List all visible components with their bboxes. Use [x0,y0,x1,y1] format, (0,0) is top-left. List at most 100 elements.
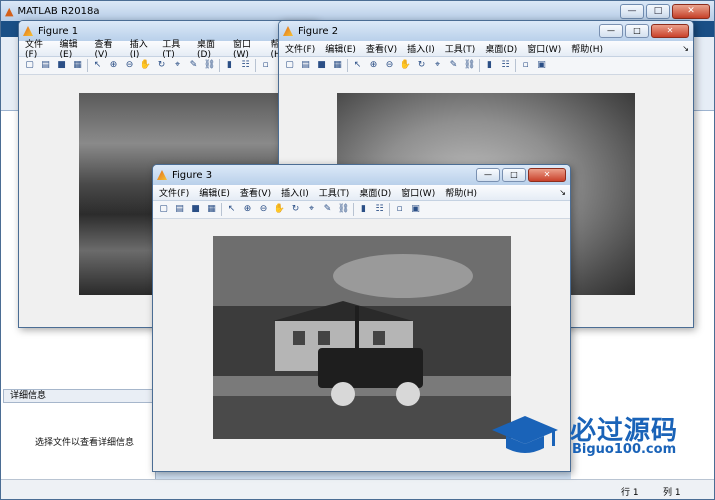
maximize-button[interactable]: □ [625,24,649,38]
details-header[interactable]: 详细信息 [3,389,153,403]
menu-item-5[interactable]: 桌面(D) [197,37,223,60]
hide-tools-icon[interactable]: ▫ [259,59,272,72]
pointer-icon[interactable]: ↖ [225,203,238,216]
minimize-button[interactable]: — [599,24,623,38]
brush-icon[interactable]: ✎ [447,59,460,72]
menu-item-5[interactable]: 桌面(D) [485,42,517,55]
menu-item-7[interactable]: 帮助(H) [445,186,477,199]
matlab-logo-icon: ▲ [5,4,14,18]
menu-item-7[interactable]: 帮助(H) [571,42,603,55]
brush-icon[interactable]: ✎ [187,59,200,72]
close-button[interactable]: ✕ [651,24,689,38]
save-icon[interactable]: ■ [315,59,328,72]
figure-3-titlebar[interactable]: Figure 3 — □ ✕ [153,165,570,185]
colorbar-icon[interactable]: ▮ [483,59,496,72]
thermal-scene [213,236,511,439]
menu-item-2[interactable]: 查看(V) [94,37,119,60]
menu-item-0[interactable]: 文件(F) [25,37,50,60]
menu-item-6[interactable]: 窗口(W) [401,186,435,199]
pointer-icon[interactable]: ↖ [351,59,364,72]
dock-arrow-icon[interactable]: ↘ [559,188,566,197]
save-icon[interactable]: ■ [55,59,68,72]
zoom-in-icon[interactable]: ⊕ [107,59,120,72]
zoom-out-icon[interactable]: ⊖ [123,59,136,72]
colorbar-icon[interactable]: ▮ [357,203,370,216]
toolbar-separator [479,59,480,72]
data-cursor-icon[interactable]: ⌖ [305,203,318,216]
open-icon[interactable]: ▤ [39,59,52,72]
show-tools-icon[interactable]: ▣ [535,59,548,72]
menu-item-0[interactable]: 文件(F) [285,42,315,55]
link-icon[interactable]: ⛓ [463,59,476,72]
menu-item-1[interactable]: 编辑(E) [325,42,356,55]
legend-icon[interactable]: ☷ [239,59,252,72]
new-figure-icon[interactable]: ▢ [157,203,170,216]
figure-2-titlebar[interactable]: Figure 2 — □ ✕ [279,21,693,41]
status-col: 列 1 [663,488,681,498]
menu-item-6[interactable]: 窗口(W) [233,37,261,60]
figure-3-toolbar: ▢ ▤ ■ ▦ ↖ ⊕ ⊖ ✋ ↻ ⌖ ✎ ⛓ ▮ ☷ ▫ ▣ [153,201,570,219]
minimize-button[interactable]: — [620,3,644,19]
menu-item-4[interactable]: 工具(T) [319,186,350,199]
main-window-title: MATLAB R2018a [17,5,100,17]
hide-tools-icon[interactable]: ▫ [393,203,406,216]
legend-icon[interactable]: ☷ [373,203,386,216]
toolbar-separator [389,203,390,216]
zoom-in-icon[interactable]: ⊕ [241,203,254,216]
toolbar-separator [221,203,222,216]
open-icon[interactable]: ▤ [173,203,186,216]
menu-item-5[interactable]: 桌面(D) [359,186,391,199]
save-icon[interactable]: ■ [189,203,202,216]
watermark-domain: Biguo100.com [572,442,677,457]
menu-item-0[interactable]: 文件(F) [159,186,189,199]
print-icon[interactable]: ▦ [205,203,218,216]
show-tools-icon[interactable]: ▣ [409,203,422,216]
pan-icon[interactable]: ✋ [399,59,412,72]
menu-item-3[interactable]: 插入(I) [407,42,435,55]
menu-item-4[interactable]: 工具(T) [162,37,187,60]
dock-arrow-icon[interactable]: ↘ [682,44,689,53]
close-button[interactable]: ✕ [528,168,566,182]
new-figure-icon[interactable]: ▢ [283,59,296,72]
rotate-icon[interactable]: ↻ [155,59,168,72]
open-icon[interactable]: ▤ [299,59,312,72]
pan-icon[interactable]: ✋ [139,59,152,72]
menu-item-3[interactable]: 插入(I) [130,37,152,60]
toolbar-separator [347,59,348,72]
menu-item-6[interactable]: 窗口(W) [527,42,561,55]
maximize-button[interactable]: □ [646,3,670,19]
menu-item-1[interactable]: 编辑(E) [199,186,230,199]
rotate-icon[interactable]: ↻ [289,203,302,216]
maximize-button[interactable]: □ [502,168,526,182]
zoom-out-icon[interactable]: ⊖ [257,203,270,216]
figure-3-title: Figure 3 [172,169,213,181]
legend-icon[interactable]: ☷ [499,59,512,72]
rotate-icon[interactable]: ↻ [415,59,428,72]
print-icon[interactable]: ▦ [331,59,344,72]
new-figure-icon[interactable]: ▢ [23,59,36,72]
pan-icon[interactable]: ✋ [273,203,286,216]
zoom-in-icon[interactable]: ⊕ [367,59,380,72]
link-icon[interactable]: ⛓ [337,203,350,216]
menu-item-1[interactable]: 编辑(E) [60,37,85,60]
data-cursor-icon[interactable]: ⌖ [431,59,444,72]
menu-item-4[interactable]: 工具(T) [445,42,476,55]
figure-2-menubar: 文件(F) 编辑(E) 查看(V) 插入(I) 工具(T) 桌面(D) 窗口(W) 帮助(H)… [279,41,693,57]
minimize-button[interactable]: — [476,168,500,182]
colorbar-icon[interactable]: ▮ [223,59,236,72]
print-icon[interactable]: ▦ [71,59,84,72]
close-button[interactable]: ✕ [672,3,710,19]
data-cursor-icon[interactable]: ⌖ [171,59,184,72]
pointer-icon[interactable]: ↖ [91,59,104,72]
main-titlebar[interactable]: ▲ MATLAB R2018a — □ ✕ [1,1,714,21]
brush-icon[interactable]: ✎ [321,203,334,216]
zoom-out-icon[interactable]: ⊖ [383,59,396,72]
menu-item-2[interactable]: 查看(V) [240,186,271,199]
toolbar-separator [87,59,88,72]
menu-item-2[interactable]: 查看(V) [366,42,397,55]
menu-item-3[interactable]: 插入(I) [281,186,309,199]
toolbar-separator [255,59,256,72]
hide-tools-icon[interactable]: ▫ [519,59,532,72]
toolbar-separator [219,59,220,72]
link-icon[interactable]: ⛓ [203,59,216,72]
